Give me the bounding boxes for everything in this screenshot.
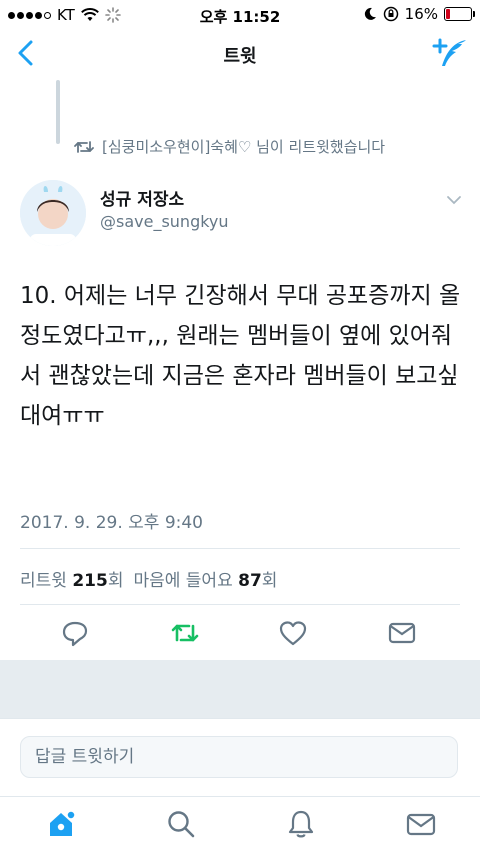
tweet-timestamp: 2017. 9. 29. 오후 9:40 (20, 513, 203, 533)
avatar-image (20, 180, 86, 246)
heart-icon[interactable] (278, 618, 308, 648)
battery-fill (446, 9, 450, 19)
author-name[interactable]: 성규 저장소 (100, 185, 184, 210)
battery-icon (444, 7, 475, 21)
tab-bar (0, 796, 480, 855)
status-right: 16% (363, 5, 475, 23)
reply-bar: 답글 트윗하기 (0, 718, 480, 795)
avatar[interactable] (20, 180, 86, 246)
like-count: 87 (238, 571, 262, 591)
retweet-context[interactable]: [심쿵미소우현이]숙혜♡ 님이 리트윗했습니다 (74, 136, 385, 157)
status-bar: KT 오후 11:52 16% (0, 0, 480, 30)
envelope-icon[interactable] (404, 807, 438, 841)
page-title: 트윗 (223, 46, 257, 67)
home-icon[interactable] (44, 807, 78, 841)
retweet-stat[interactable]: 리트윗 215회 (20, 566, 123, 591)
retweet-context-text: [심쿵미소우현이]숙혜♡ 님이 리트윗했습니다 (102, 138, 386, 156)
battery-percent: 16% (404, 5, 438, 23)
chevron-down-icon[interactable] (446, 194, 462, 206)
retweet-icon[interactable] (170, 618, 200, 648)
divider (20, 604, 460, 605)
tweet-actions (0, 616, 480, 652)
navigation-bar: 트윗 (0, 30, 480, 76)
thread-line (56, 80, 60, 144)
retweet-count: 215 (72, 571, 108, 591)
tweet-text: 10. 어제는 너무 긴장해서 무대 공포증까지 올 정도였다고ㅠ,,, 원래는… (20, 283, 461, 429)
rotation-lock-icon (383, 6, 398, 22)
reply-icon[interactable] (60, 618, 90, 648)
search-icon[interactable] (164, 807, 198, 841)
tweet-stats: 리트윗 215회 마음에 들어요 87회 (20, 566, 277, 591)
like-stat[interactable]: 마음에 들어요 87회 (133, 566, 277, 591)
retweet-small-icon (74, 140, 94, 153)
author-handle[interactable]: @save_sungkyu (100, 212, 229, 231)
reply-input[interactable]: 답글 트윗하기 (20, 736, 458, 778)
moon-icon (364, 7, 376, 20)
replies-area (0, 660, 480, 718)
direct-message-icon[interactable] (387, 618, 417, 648)
compose-tweet-icon[interactable] (432, 36, 468, 70)
bell-icon[interactable] (284, 807, 318, 841)
divider (20, 548, 460, 549)
